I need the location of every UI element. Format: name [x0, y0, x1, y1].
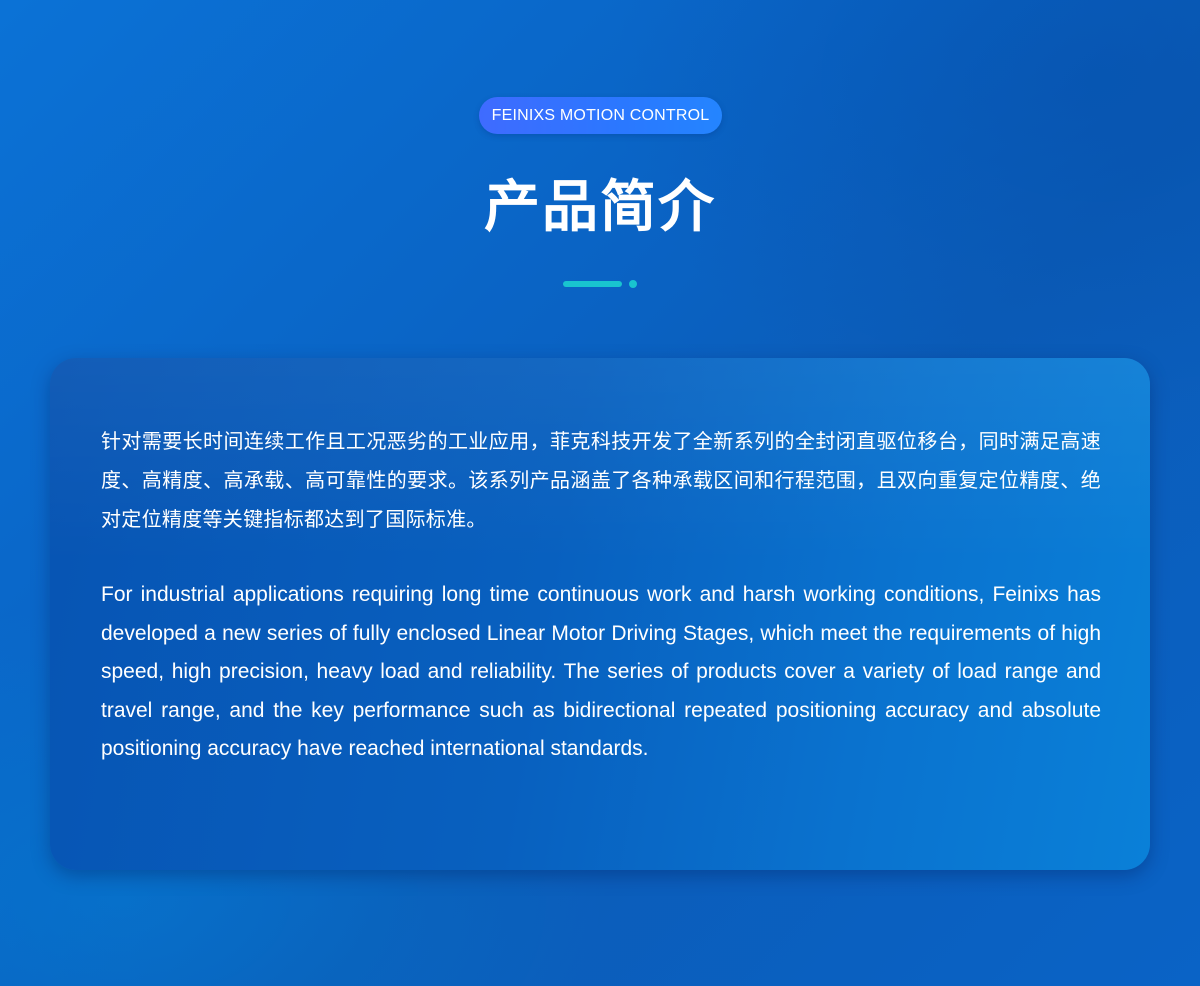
divider-line — [563, 281, 622, 287]
intro-text-chinese: 针对需要长时间连续工作且工况恶劣的工业应用，菲克科技开发了全新系列的全封闭直驱位… — [101, 429, 1101, 531]
brand-badge: FEINIXS MOTION CONTROL — [479, 97, 722, 134]
title-divider — [563, 280, 643, 290]
intro-card: 针对需要长时间连续工作且工况恶劣的工业应用，菲克科技开发了全新系列的全封闭直驱位… — [50, 358, 1150, 870]
page-title: 产品简介 — [484, 175, 716, 240]
intro-text-english: For industrial applications requiring lo… — [101, 583, 1101, 761]
divider-dot — [629, 280, 637, 288]
